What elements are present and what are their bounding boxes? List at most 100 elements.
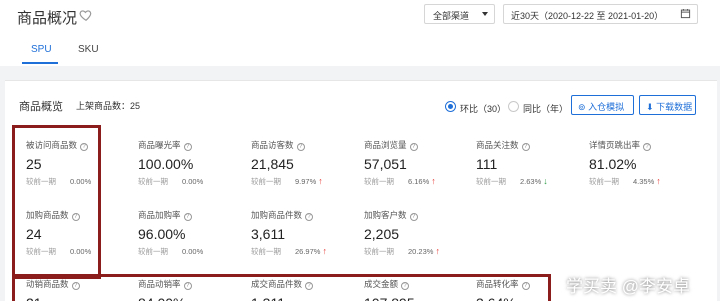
metric-card: 成交金额? 107,895 [364, 278, 474, 301]
radio-yoy[interactable] [508, 101, 519, 112]
metric-value: 111 [476, 156, 498, 172]
metric-card: 商品访客数? 21,845 较前一期 9.97% ↑ [251, 139, 361, 187]
help-icon[interactable]: ? [409, 213, 418, 221]
metric-label-text: 成交商品件数 [251, 279, 303, 289]
date-range-value: 近30天（2020-12-22 至 2021-01-20） [511, 11, 664, 21]
metric-label: 加购商品数? [26, 209, 136, 221]
metric-card: 商品加购率? 96.00% 较前一期 0.00% [138, 209, 248, 257]
metric-label: 商品访客数? [251, 139, 361, 151]
radio-mom-label[interactable]: 环比（30） [460, 102, 506, 115]
listed-count: 上架商品数：25 [76, 101, 141, 111]
metric-card: 商品关注数? 111 较前一期 2.63% ↓ [476, 139, 586, 187]
metric-value: 3,611 [251, 226, 285, 242]
trend-up-icon: ↑ [322, 246, 327, 256]
metric-label: 成交金额? [364, 278, 474, 290]
metric-label: 加购商品件数? [251, 209, 361, 221]
download-button[interactable]: ⬇ 下载数据 [639, 95, 696, 115]
download-icon: ⬇ [646, 102, 654, 112]
metric-value: 84.00% [138, 295, 248, 301]
metric-compare: 较前一期 20.23% ↑ [364, 246, 474, 257]
metric-label-text: 加购商品数 [26, 210, 69, 220]
metric-label: 商品浏览量? [364, 139, 474, 151]
help-icon[interactable]: ? [183, 282, 192, 290]
metric-card: 商品浏览量? 57,051 较前一期 6.16% ↑ [364, 139, 474, 187]
compare-prefix: 较前一期 [138, 177, 168, 186]
watermark: 学买卖 @李安卓 [566, 277, 690, 296]
help-icon[interactable]: ? [183, 143, 192, 151]
metric-value: 24 [26, 226, 42, 242]
metric-card: 加购客户数? 2,205 较前一期 20.23% ↑ [364, 209, 474, 257]
metric-card: 动销商品数? 21 [26, 278, 136, 301]
channel-select[interactable]: 全部渠道 [424, 4, 495, 24]
metric-label: 商品加购率? [138, 209, 248, 221]
metric-label-text: 被访问商品数 [26, 140, 78, 150]
caret-down-icon [482, 12, 488, 16]
metric-label-text: 商品浏览量 [364, 140, 407, 150]
compare-change: 9.97% [295, 177, 317, 186]
metric-label-text: 商品关注数 [476, 140, 519, 150]
metric-card: 成交商品件数? 1,311 [251, 278, 361, 301]
metric-value: 107,895 [364, 295, 474, 301]
metric-compare: 较前一期 0.00% [138, 176, 248, 187]
help-icon[interactable]: ? [80, 143, 89, 151]
radio-mom[interactable] [445, 101, 456, 112]
metric-value: 57,051 [364, 156, 407, 172]
tab-sku[interactable]: SKU [78, 44, 99, 55]
trend-up-icon: ↑ [318, 176, 323, 186]
help-icon[interactable]: ? [305, 282, 314, 290]
help-icon[interactable]: ? [521, 143, 530, 151]
metric-label-text: 商品转化率 [476, 279, 519, 289]
compare-prefix: 较前一期 [364, 177, 394, 186]
help-icon[interactable]: ? [71, 213, 80, 221]
compare-change: 26.97% [295, 247, 321, 256]
help-icon[interactable]: ? [401, 282, 410, 290]
metric-compare: 较前一期 0.00% [26, 246, 136, 257]
date-range-picker[interactable]: 近30天（2020-12-22 至 2021-01-20） [503, 4, 698, 24]
help-icon[interactable]: ? [71, 282, 80, 290]
compare-prefix: 较前一期 [26, 177, 56, 186]
metric-compare: 较前一期 26.97% ↑ [251, 246, 361, 257]
heart-icon[interactable] [79, 8, 93, 22]
compare-prefix: 较前一期 [138, 247, 168, 256]
metric-label: 商品关注数? [476, 139, 586, 151]
calendar-icon [680, 9, 691, 19]
metric-compare: 较前一期 2.63% ↓ [476, 176, 586, 187]
metric-label-text: 商品曝光率 [138, 140, 181, 150]
metric-label: 被访问商品数? [26, 139, 136, 151]
metric-compare: 较前一期 0.00% [26, 176, 136, 187]
page-header: 商品概况 全部渠道 近30天（2020-12-22 至 2021-01-20） … [0, 0, 720, 66]
metric-label: 成交商品件数? [251, 278, 361, 290]
help-icon[interactable]: ? [643, 143, 652, 151]
compare-model-label: 入仓模拟 [588, 102, 625, 112]
help-icon[interactable]: ? [183, 213, 192, 221]
metric-compare: 较前一期 9.97% ↑ [251, 176, 361, 187]
compare-change: 2.63% [520, 177, 542, 186]
radio-yoy-label[interactable]: 同比（年） [523, 102, 568, 115]
metric-value: 21,845 [251, 156, 294, 172]
compare-change: 0.00% [182, 177, 204, 186]
compare-prefix: 较前一期 [589, 177, 619, 186]
active-tab-indicator [22, 62, 58, 64]
compare-model-button[interactable]: ⊚ 入仓模拟 [571, 95, 634, 115]
metric-card: 被访问商品数? 25 较前一期 0.00% [26, 139, 136, 187]
compare-change: 0.00% [182, 247, 204, 256]
compare-prefix: 较前一期 [251, 177, 281, 186]
compare-change: 0.00% [70, 177, 92, 186]
help-icon[interactable]: ? [296, 143, 305, 151]
help-icon[interactable]: ? [521, 282, 530, 290]
compare-change: 20.23% [408, 247, 434, 256]
metric-value: 96.00% [138, 226, 186, 242]
metric-label-text: 商品动销率 [138, 279, 181, 289]
metric-label-text: 商品加购率 [138, 210, 181, 220]
channel-select-value: 全部渠道 [433, 11, 470, 21]
trend-up-icon: ↑ [435, 246, 440, 256]
tab-spu[interactable]: SPU [31, 44, 52, 55]
trend-up-icon: ↑ [656, 176, 661, 186]
help-icon[interactable]: ? [409, 143, 418, 151]
trend-up-icon: ↑ [431, 176, 436, 186]
compare-prefix: 较前一期 [251, 247, 281, 256]
metric-card: 商品动销率? 84.00% [138, 278, 248, 301]
metric-card: 加购商品数? 24 较前一期 0.00% [26, 209, 136, 257]
help-icon[interactable]: ? [305, 213, 314, 221]
metric-label: 动销商品数? [26, 278, 136, 290]
